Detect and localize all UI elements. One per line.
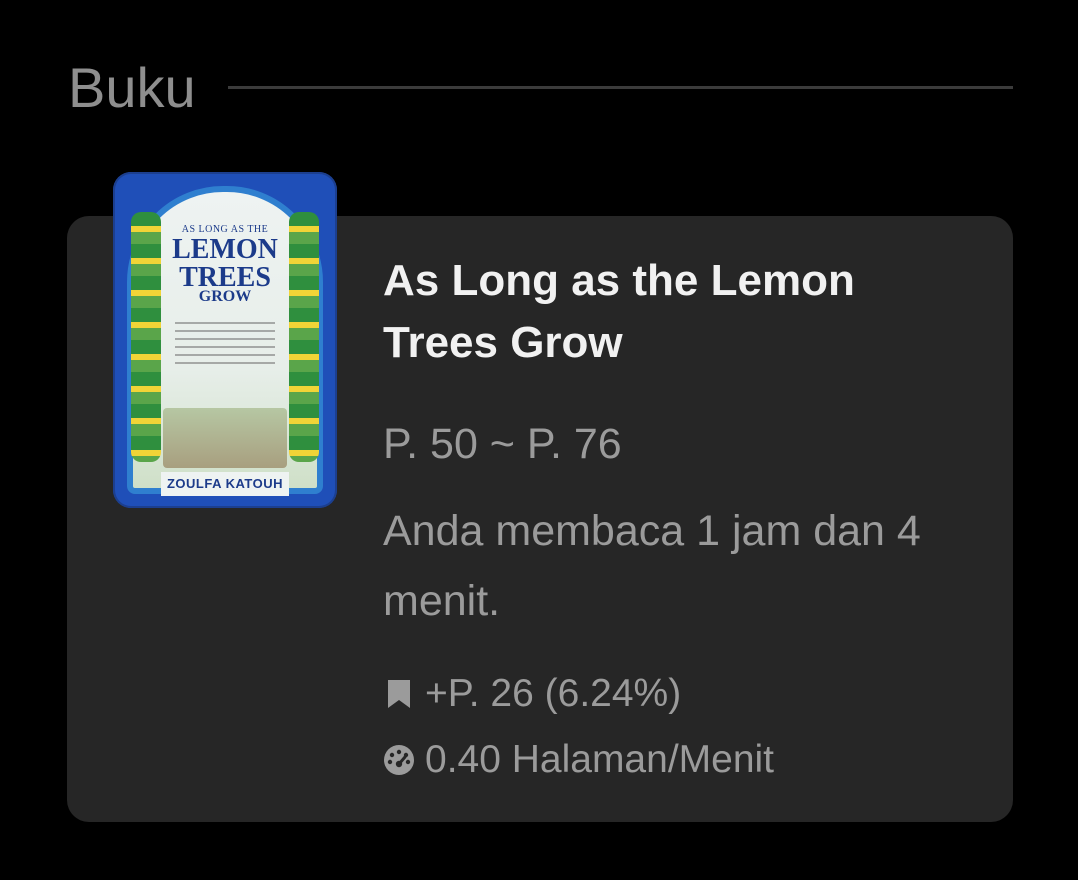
section-title: Buku xyxy=(68,56,196,119)
pages-read-stat: +P. 26 (6.24%) xyxy=(383,672,681,716)
speedometer-icon xyxy=(383,744,415,776)
cover-title-lemon: LEMON xyxy=(172,234,278,265)
cover-title-big: LEMON TREES xyxy=(113,236,337,292)
reading-duration: Anda membaca 1 jam dan 4 menit. xyxy=(383,507,921,625)
cover-scene xyxy=(163,408,287,468)
cover-author: ZOULFA KATOUH xyxy=(166,476,284,491)
cover-quote xyxy=(175,322,275,370)
section-divider xyxy=(228,86,1013,89)
pages-read-text: +P. 26 (6.24%) xyxy=(425,672,682,715)
book-cover[interactable]: AS LONG AS THE LEMON TREES GROW ZOULFA K… xyxy=(113,172,337,508)
cover-title-grow: GROW xyxy=(198,288,252,305)
reading-speed-text: 0.40 Halaman/Menit xyxy=(425,738,775,781)
page-range: P. 50 ~ P. 76 xyxy=(383,420,622,468)
reading-speed-stat: 0.40 Halaman/Menit xyxy=(383,738,774,782)
bookmark-icon xyxy=(383,678,415,710)
book-title: As Long as the Lemon Trees Grow xyxy=(383,256,855,367)
section-header: Buku xyxy=(68,52,1013,124)
